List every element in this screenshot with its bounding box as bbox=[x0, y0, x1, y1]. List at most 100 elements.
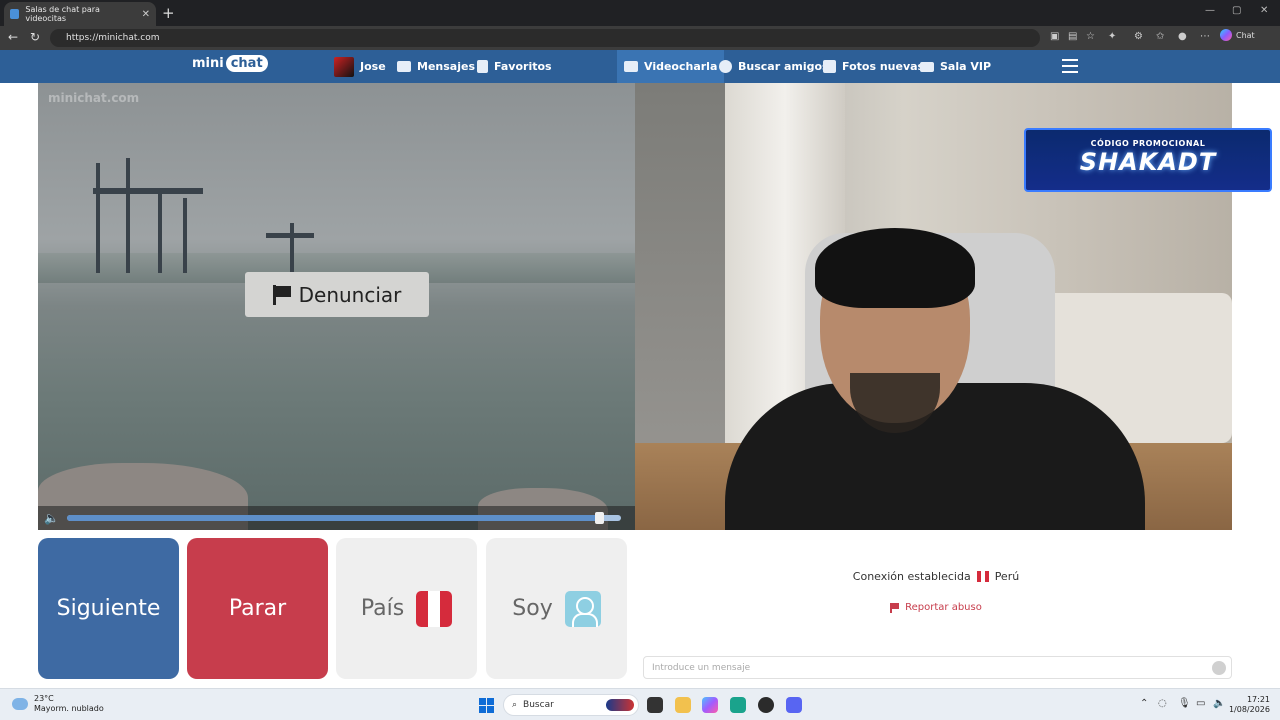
favorite-star-icon[interactable]: ☆ bbox=[1086, 31, 1095, 42]
search-highlight-icon bbox=[606, 699, 634, 711]
discord-icon[interactable] bbox=[786, 697, 802, 713]
microphone-icon[interactable]: 🎙 bbox=[1178, 698, 1191, 709]
nav-videochat-label: Videocharla bbox=[644, 60, 718, 73]
watermark: minichat.com bbox=[48, 91, 140, 105]
reader-icon[interactable]: ▤ bbox=[1068, 31, 1077, 42]
nav-messages[interactable]: Mensajes bbox=[397, 50, 475, 83]
flag-icon bbox=[272, 284, 291, 305]
weather-temp: 23°C bbox=[34, 694, 54, 703]
status-text: Conexión establecida bbox=[852, 570, 971, 583]
status-country: Perú bbox=[994, 570, 1020, 583]
url-field[interactable]: https://minichat.com bbox=[50, 29, 1040, 47]
weather-widget[interactable]: 23°C Mayorm. nublado bbox=[12, 694, 104, 714]
camera-icon[interactable]: ▣ bbox=[1050, 31, 1059, 42]
chat-label: Chat bbox=[1236, 30, 1255, 40]
more-icon[interactable]: ⋯ bbox=[1200, 31, 1210, 42]
nav-favorites-label: Favoritos bbox=[494, 60, 552, 73]
logo-chat: chat bbox=[225, 55, 268, 72]
emoji-icon[interactable] bbox=[1212, 661, 1226, 675]
menu-hamburger-icon[interactable] bbox=[1062, 59, 1078, 73]
settings-icon[interactable]: ⚙ bbox=[1134, 31, 1143, 42]
volume-fill bbox=[67, 515, 599, 521]
promo-code: SHAKADT bbox=[1079, 148, 1217, 176]
chat-favicon-icon bbox=[10, 9, 20, 19]
tray-app-icon[interactable]: ◌ bbox=[1158, 698, 1167, 709]
start-button-icon[interactable] bbox=[479, 698, 494, 713]
file-explorer-icon[interactable] bbox=[675, 697, 691, 713]
minimize-icon[interactable]: — bbox=[1205, 5, 1215, 16]
next-button[interactable]: Siguiente bbox=[38, 538, 179, 679]
user-avatar bbox=[334, 56, 354, 77]
window-close-icon[interactable]: ✕ bbox=[1260, 5, 1268, 16]
cloud-icon bbox=[12, 698, 28, 710]
taskbar-search-label: Buscar bbox=[523, 700, 554, 710]
edge-browser-icon[interactable] bbox=[730, 697, 746, 713]
task-view-icon[interactable] bbox=[647, 697, 663, 713]
nav-messages-label: Mensajes bbox=[417, 60, 475, 73]
tray-chevron-icon[interactable]: ⌃ bbox=[1140, 698, 1148, 709]
nav-user-label: Jose bbox=[360, 60, 386, 73]
connection-status: Conexión establecida Perú bbox=[640, 570, 1232, 583]
crane bbox=[96, 163, 100, 273]
nav-vip[interactable]: Sala VIP bbox=[920, 50, 991, 83]
remote-video: minichat.com Denunciar 🔈 bbox=[38, 83, 635, 530]
volume-icon[interactable]: 🔈 bbox=[1213, 698, 1225, 709]
speaker-icon[interactable]: 🔈 bbox=[44, 511, 59, 525]
profile-icon[interactable]: ● bbox=[1178, 31, 1187, 42]
browser-tab-bar: Salas de chat para videocitas ✕ + — ▢ ✕ bbox=[0, 0, 1280, 26]
report-button[interactable]: Denunciar bbox=[245, 272, 429, 317]
envelope-icon bbox=[397, 61, 411, 72]
clock-date: 1/08/2026 bbox=[1228, 705, 1270, 714]
nav-favorites[interactable]: Favoritos bbox=[477, 50, 552, 83]
nav-new-photos[interactable]: Fotos nuevas bbox=[823, 50, 924, 83]
tab-close-icon[interactable]: ✕ bbox=[142, 9, 150, 20]
copilot-icon bbox=[1220, 29, 1232, 41]
promo-label: CÓDIGO PROMOCIONAL bbox=[1090, 139, 1206, 148]
nav-user[interactable]: Jose bbox=[334, 50, 386, 83]
stop-button[interactable]: Parar bbox=[187, 538, 328, 679]
grid-icon bbox=[823, 60, 836, 73]
reload-icon[interactable]: ↻ bbox=[30, 30, 40, 44]
me-button[interactable]: Soy bbox=[486, 538, 627, 679]
collections-icon[interactable]: ✩ bbox=[1156, 31, 1164, 42]
url-text: https://minichat.com bbox=[66, 33, 160, 43]
back-arrow-icon[interactable]: ← bbox=[8, 30, 18, 44]
top-navigation: mini chat Jose Mensajes Favoritos Videoc… bbox=[0, 50, 1280, 83]
report-button-label: Denunciar bbox=[298, 282, 402, 307]
minichat-logo[interactable]: mini chat bbox=[192, 55, 268, 72]
taskbar-search[interactable]: ⌕ Buscar bbox=[503, 694, 639, 716]
extensions-icon[interactable]: ✦ bbox=[1108, 31, 1116, 42]
volume-thumb[interactable] bbox=[594, 512, 604, 524]
system-clock[interactable]: 17:21 1/08/2026 bbox=[1228, 695, 1270, 715]
network-icon[interactable]: ▭ bbox=[1196, 698, 1205, 709]
volume-slider[interactable] bbox=[67, 512, 621, 524]
maximize-icon[interactable]: ▢ bbox=[1232, 5, 1241, 16]
weather-desc: Mayorm. nublado bbox=[34, 704, 104, 713]
copilot-app-icon[interactable] bbox=[702, 697, 718, 713]
country-button[interactable]: País bbox=[336, 538, 477, 679]
nav-videochat[interactable]: Videocharla bbox=[617, 50, 725, 83]
next-button-label: Siguiente bbox=[56, 596, 161, 621]
app-icon[interactable] bbox=[758, 697, 774, 713]
nav-new-photos-label: Fotos nuevas bbox=[842, 60, 925, 73]
copilot-chat-button[interactable]: Chat bbox=[1220, 29, 1255, 41]
browser-tab[interactable]: Salas de chat para videocitas ✕ bbox=[4, 2, 156, 26]
minichat-page: mini chat Jose Mensajes Favoritos Videoc… bbox=[0, 50, 1280, 688]
peru-flag-icon bbox=[976, 571, 989, 582]
report-abuse-link[interactable]: Reportar abuso bbox=[640, 602, 1232, 613]
message-input[interactable]: Introduce un mensaje bbox=[643, 656, 1232, 679]
volume-bar: 🔈 bbox=[38, 506, 635, 530]
message-placeholder: Introduce un mensaje bbox=[652, 662, 751, 673]
nav-find-friends[interactable]: Buscar amigos bbox=[719, 50, 829, 83]
new-tab-button[interactable]: + bbox=[162, 4, 175, 22]
bookmark-icon bbox=[477, 60, 488, 73]
report-abuse-label: Reportar abuso bbox=[905, 602, 982, 613]
crown-icon bbox=[920, 61, 934, 72]
logo-mini: mini bbox=[192, 56, 224, 71]
promo-code-banner[interactable]: CÓDIGO PROMOCIONAL SHAKADT bbox=[1024, 128, 1272, 192]
windows-taskbar: 23°C Mayorm. nublado ⌕ Buscar ⌃ ◌ 🎙 ▭ 🔈 … bbox=[0, 688, 1280, 720]
search-icon: ⌕ bbox=[512, 700, 518, 710]
user-avatar-icon bbox=[564, 590, 601, 627]
peru-flag-icon bbox=[416, 590, 453, 627]
nav-vip-label: Sala VIP bbox=[940, 60, 992, 73]
